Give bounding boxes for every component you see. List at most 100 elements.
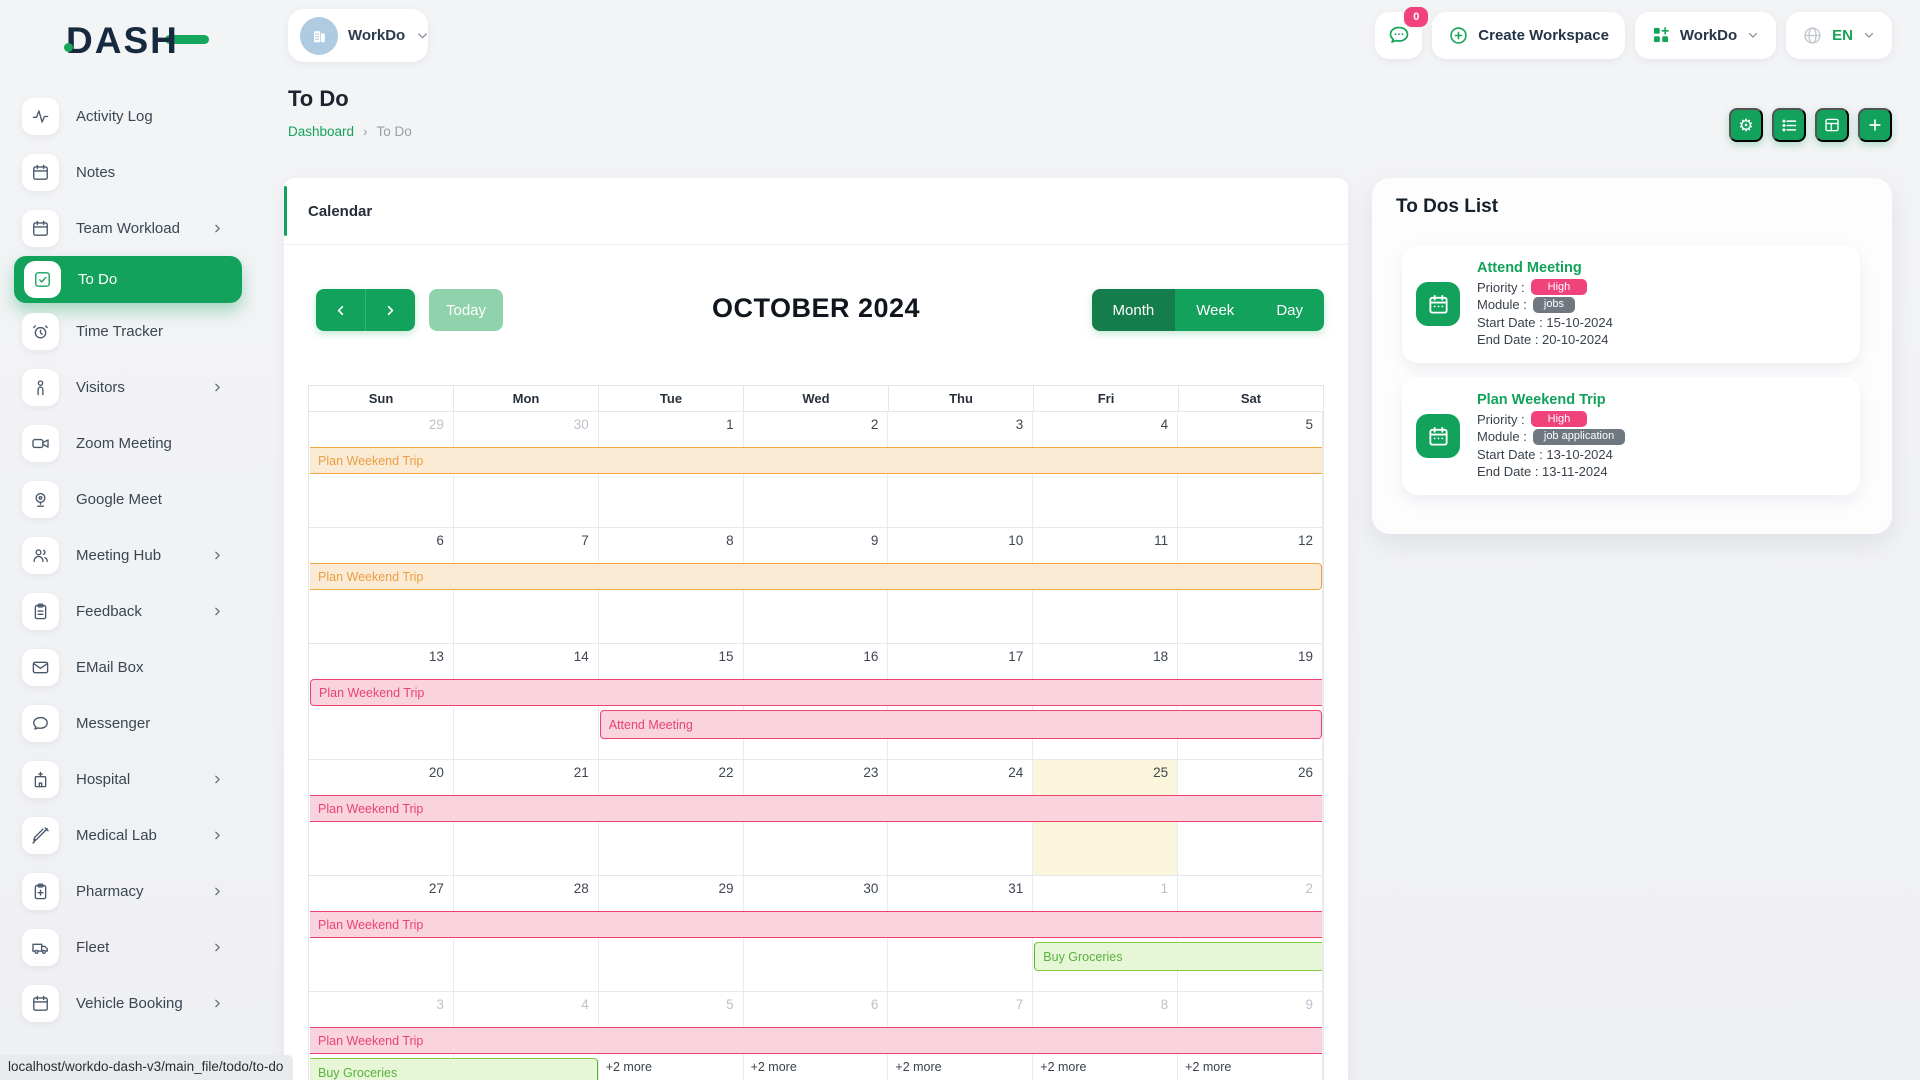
calendar-event-plan-weekend-trip[interactable]: Plan Weekend Trip: [310, 679, 1322, 706]
sidebar-item-zoom-meeting[interactable]: Zoom Meeting: [0, 415, 250, 471]
date-number: 29: [719, 881, 734, 896]
activity-icon: [22, 98, 59, 135]
calendar-event-attend-meeting[interactable]: Attend Meeting: [600, 710, 1322, 739]
add-todo-button[interactable]: [1858, 108, 1892, 142]
date-number: 23: [863, 765, 878, 780]
calendar-event-plan-weekend-trip[interactable]: Plan Weekend Trip: [310, 1027, 1322, 1054]
date-number: 8: [1161, 997, 1169, 1012]
sidebar-item-messenger[interactable]: Messenger: [0, 695, 250, 751]
video-icon: [22, 425, 59, 462]
sidebar-item-medical-lab[interactable]: Medical Lab: [0, 807, 250, 863]
sidebar-item-label: Zoom Meeting: [76, 435, 172, 452]
calendar-white-icon: [1416, 414, 1460, 458]
create-workspace-button[interactable]: Create Workspace: [1432, 12, 1625, 59]
chevron-right-icon: [211, 773, 224, 786]
more-events-link[interactable]: +2 more: [606, 1060, 652, 1074]
calendar-event-buy-groceries[interactable]: Buy Groceries: [1034, 942, 1322, 971]
calendar-week-row: 20212223242526Plan Weekend Trip: [309, 760, 1323, 876]
sidebar-item-email-box[interactable]: EMail Box: [0, 639, 250, 695]
date-number: 7: [581, 533, 589, 548]
topbar: DASH WorkDo 0 Create Workspace WorkDo: [0, 0, 1920, 78]
date-number: 2: [871, 417, 879, 432]
date-number: 16: [863, 649, 878, 664]
settings-button[interactable]: ⚙: [1729, 108, 1763, 142]
chevron-right-icon: [211, 605, 224, 618]
language-dropdown[interactable]: EN: [1786, 12, 1892, 59]
workspace-dropdown[interactable]: WorkDo: [1635, 12, 1776, 59]
date-number: 9: [1306, 997, 1314, 1012]
calendar-event-plan-weekend-trip[interactable]: Plan Weekend Trip: [310, 563, 1322, 590]
calendar-event-buy-groceries[interactable]: Buy Groceries: [310, 1058, 598, 1080]
date-number: 1: [1161, 881, 1169, 896]
todo-card-plan-weekend-trip[interactable]: Plan Weekend TripPriority :HighModule :j…: [1402, 377, 1860, 495]
sidebar-item-label: Activity Log: [76, 108, 153, 125]
topbar-right: 0 Create Workspace WorkDo EN: [1375, 10, 1892, 60]
todo-card-attend-meeting[interactable]: Attend MeetingPriority :HighModule :jobs…: [1402, 245, 1860, 363]
sidebar-item-label: Pharmacy: [76, 883, 144, 900]
view-day-button[interactable]: Day: [1255, 289, 1324, 331]
more-events-link[interactable]: +2 more: [1040, 1060, 1086, 1074]
calendar-card-title: Calendar: [308, 203, 372, 220]
calendar-week-row: 272829303112Plan Weekend TripBuy Groceri…: [309, 876, 1323, 992]
sidebar-item-label: Visitors: [76, 379, 125, 396]
clipboard-plus-icon: [22, 873, 59, 910]
date-number: 19: [1298, 649, 1313, 664]
sidebar-item-fleet[interactable]: Fleet: [0, 919, 250, 975]
sidebar-item-to-do[interactable]: To Do: [14, 256, 242, 303]
view-month-button[interactable]: Month: [1092, 289, 1176, 331]
workspace-name: WorkDo: [348, 27, 405, 44]
calendar-event-plan-weekend-trip[interactable]: Plan Weekend Trip: [310, 447, 1322, 474]
module-badge: jobs: [1533, 297, 1575, 313]
workspace-switcher[interactable]: WorkDo: [288, 9, 428, 62]
date-number: 7: [1016, 997, 1024, 1012]
sidebar-item-pharmacy[interactable]: Pharmacy: [0, 863, 250, 919]
workspace-avatar: [300, 17, 338, 55]
more-events-link[interactable]: +2 more: [751, 1060, 797, 1074]
sidebar-item-activity-log[interactable]: Activity Log: [0, 88, 250, 144]
page-actions: ⚙: [1729, 108, 1892, 142]
calendar-card-header: Calendar: [284, 178, 1348, 245]
sidebar-item-label: Meeting Hub: [76, 547, 161, 564]
date-number: 29: [429, 417, 444, 432]
chevron-right-icon: [211, 885, 224, 898]
sidebar-item-hospital[interactable]: Hospital: [0, 751, 250, 807]
sidebar-item-visitors[interactable]: Visitors: [0, 359, 250, 415]
sidebar-item-vehicle-booking[interactable]: Vehicle Booking: [0, 975, 250, 1031]
chevron-right-icon: [211, 941, 224, 954]
sidebar-item-feedback[interactable]: Feedback: [0, 583, 250, 639]
sidebar-item-label: Medical Lab: [76, 827, 157, 844]
sidebar-item-time-tracker[interactable]: Time Tracker: [0, 303, 250, 359]
calendar-event-plan-weekend-trip[interactable]: Plan Weekend Trip: [310, 795, 1322, 822]
sidebar-item-label: Vehicle Booking: [76, 995, 183, 1012]
date-number: 28: [574, 881, 589, 896]
grid-view-button[interactable]: [1815, 108, 1849, 142]
language-label: EN: [1832, 27, 1853, 44]
logo-dot: [64, 43, 73, 52]
messages-button[interactable]: 0: [1375, 12, 1422, 59]
date-number: 10: [1008, 533, 1023, 548]
date-number: 8: [726, 533, 734, 548]
more-events-link[interactable]: +2 more: [895, 1060, 941, 1074]
calendar-event-plan-weekend-trip[interactable]: Plan Weekend Trip: [310, 911, 1322, 938]
module-badge: job application: [1533, 429, 1625, 445]
date-number: 20: [429, 765, 444, 780]
chevron-right-icon: [211, 222, 224, 235]
list-view-button[interactable]: [1772, 108, 1806, 142]
gear-icon: ⚙: [1738, 117, 1753, 134]
chevron-down-icon: [415, 28, 430, 43]
date-number: 14: [574, 649, 589, 664]
sidebar-item-meeting-hub[interactable]: Meeting Hub: [0, 527, 250, 583]
date-number: 2: [1306, 881, 1314, 896]
sidebar-item-google-meet[interactable]: Google Meet: [0, 471, 250, 527]
date-number: 18: [1153, 649, 1168, 664]
sidebar-item-label: To Do: [78, 271, 117, 288]
module-label: Module :: [1477, 428, 1527, 446]
sidebar-item-notes[interactable]: Notes: [0, 144, 250, 200]
sidebar-item-label: Time Tracker: [76, 323, 163, 340]
sidebar-item-team-workload[interactable]: Team Workload: [0, 200, 250, 256]
breadcrumb-dashboard-link[interactable]: Dashboard: [288, 124, 354, 139]
view-week-button[interactable]: Week: [1175, 289, 1255, 331]
grid-icon: [1823, 116, 1841, 134]
more-events-link[interactable]: +2 more: [1185, 1060, 1231, 1074]
todo-title: Attend Meeting: [1477, 260, 1613, 276]
